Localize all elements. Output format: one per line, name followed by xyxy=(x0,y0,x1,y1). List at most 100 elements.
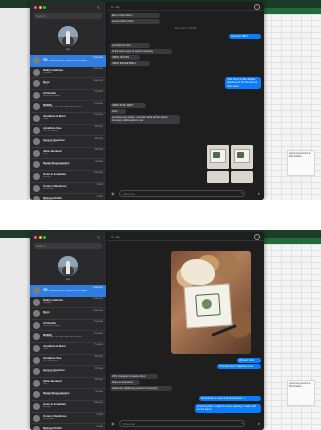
message-bubble[interactable]: UBCF ATHL DEPT xyxy=(110,103,146,109)
chat-list-item[interactable]: Connor Davidson No worries Friday xyxy=(30,413,106,425)
chat-time: Yesterday xyxy=(92,298,103,301)
photo-attachment[interactable] xyxy=(231,171,253,183)
emoji-icon[interactable]: ☺ xyxy=(240,191,244,195)
chat-list-item[interactable]: Jonathan & Mom Okay Tuesday xyxy=(30,113,106,125)
message-bubble[interactable]: of the same type of sports company xyxy=(110,49,172,55)
chat-time: Monday xyxy=(94,367,103,370)
avatar xyxy=(33,149,40,157)
zoom-button[interactable] xyxy=(43,6,46,9)
chat-time: Monday xyxy=(94,126,103,129)
chat-list-item[interactable]: Mom Okay Yesterday xyxy=(30,308,106,320)
message-bubble[interactable]: like on the bottom xyxy=(110,13,160,19)
audio-icon[interactable]: ● xyxy=(258,421,260,426)
pinned-avatar[interactable] xyxy=(58,256,78,276)
minimize-button[interactable] xyxy=(38,236,42,239)
chat-list-item[interactable]: MOMS You're late. No one 'cares' at this … xyxy=(30,101,106,113)
chat-time: Saturday xyxy=(93,172,103,175)
reminder-card[interactable]: Upcoming Event & Reminders... xyxy=(287,380,315,406)
avatar xyxy=(33,310,40,318)
compose-icon[interactable]: ✎ xyxy=(96,5,101,10)
chat-list-item[interactable]: Carson Sauchez Sounds good Monday xyxy=(30,366,106,378)
chat-list-item[interactable]: Carson Sauchez Sounds good Monday xyxy=(30,136,106,148)
screenshot-top: Upcoming Event & Reminders... ✎ Search J… xyxy=(0,0,321,200)
chat-list-item[interactable]: Kathy Grabiner Tapback Yesterday xyxy=(30,297,106,309)
emoji-icon[interactable]: ☺ xyxy=(240,421,244,425)
photo-attachment[interactable] xyxy=(207,171,229,183)
message-bubble[interactable]: UBCF BASKETBALL xyxy=(110,61,150,67)
chat-list-item[interactable]: MOMS You're late. No one 'cares' at this … xyxy=(30,331,106,343)
messages-window: ✎ Search Jay Jay Liked "scanning then I m… xyxy=(30,2,264,200)
message-bubble[interactable]: UBCF HOOPS xyxy=(110,55,140,61)
message-bubble[interactable]: ya that'd be nice xyxy=(110,43,150,49)
chat-list-item[interactable]: Connor Davidson No worries Friday xyxy=(30,183,106,195)
info-icon[interactable]: i xyxy=(254,4,260,10)
message-bubble[interactable]: scanning then I might fix some spacing I… xyxy=(195,404,261,413)
message-bubble[interactable]: Good on UBC! xyxy=(229,34,261,40)
chat-list-item[interactable]: Daniel Rasputardun Thanks for the reminde… xyxy=(30,389,106,401)
screenshot-bottom: Upcoming Event & Reminders... ✎ Search J… xyxy=(0,230,321,430)
message-bubble[interactable]: I'll prolly have it digitized once xyxy=(217,364,261,370)
photo-attachment[interactable] xyxy=(171,251,251,354)
message-input[interactable]: iMessage xyxy=(119,190,245,197)
message-bubble[interactable]: Why Instagram creative drum xyxy=(110,374,158,380)
camera-icon[interactable]: ◉ xyxy=(111,191,115,196)
recipient-label: To: Jay xyxy=(111,4,120,9)
zoom-button[interactable] xyxy=(43,236,46,239)
message-bubble[interactable]: Sometimes u need a dif perspective ☺ xyxy=(199,396,261,402)
chat-preview: Okay xyxy=(43,347,49,350)
chat-list-item[interactable]: Jonathan Sue Yes, of course! Monday xyxy=(30,125,106,137)
chat-preview: Liked "scanning then I might fix some sp… xyxy=(43,60,87,62)
reminder-card[interactable]: Upcoming Event & Reminders... xyxy=(287,150,315,176)
message-bubble[interactable]: ya thats even better. I wonder what all … xyxy=(110,115,180,124)
message-bubble[interactable]: across thick of fact xyxy=(110,19,160,25)
chat-time: Friday xyxy=(96,425,103,428)
search-input[interactable]: Search xyxy=(34,13,102,19)
chat-list-item[interactable]: Richard SmithSure thingFriday xyxy=(30,424,106,430)
chat-list-item[interactable]: Richard SmithSure thingFriday xyxy=(30,194,106,200)
chat-list-item[interactable]: Kathy Grabiner Tapback Yesterday xyxy=(30,67,106,79)
close-button[interactable] xyxy=(34,236,37,239)
close-button[interactable] xyxy=(34,6,37,9)
photo-attachment[interactable] xyxy=(207,145,229,169)
chat-preview: Okay xyxy=(43,313,49,316)
message-bubble[interactable]: thats so awesome xyxy=(110,380,140,386)
chat-list-item[interactable]: Issac & Jonathan Let's go Saturday xyxy=(30,401,106,413)
avatar xyxy=(33,126,40,134)
chat-list-item[interactable]: Jonathan & Mom Okay Tuesday xyxy=(30,343,106,355)
chat-preview: Liked "scanning then I might fix some sp… xyxy=(43,290,87,292)
message-input[interactable]: iMessage xyxy=(119,420,245,427)
chat-list-item[interactable]: Julia Jacobed Hey! Monday xyxy=(30,148,106,160)
chat-list-item[interactable]: Julia Jacobed Hey! Monday xyxy=(30,378,106,390)
chat-list-item[interactable]: Daniel Rasputardun Thanks for the reminde… xyxy=(30,159,106,171)
message-bubble[interactable]: @Kevin Sent xyxy=(237,358,261,364)
chat-list-item[interactable]: Issac & Jonathan Let's go Saturday xyxy=(30,171,106,183)
info-icon[interactable]: i xyxy=(254,234,260,240)
audio-icon[interactable]: ● xyxy=(258,191,260,196)
chat-time: Tuesday xyxy=(94,114,103,117)
avatar xyxy=(33,138,40,146)
chat-list-item[interactable]: Ali Dodds Good luck today! Tuesday xyxy=(30,320,106,332)
chat-time: Sunday xyxy=(95,390,103,393)
avatar xyxy=(33,391,40,399)
avatar xyxy=(33,321,40,329)
avatar xyxy=(33,80,40,88)
reminder-text: Upcoming Event & Reminders... xyxy=(289,382,311,388)
chat-list-item[interactable]: Jonathan Sue Yes, of course! Monday xyxy=(30,355,106,367)
pinned-avatar[interactable] xyxy=(58,26,78,46)
chat-list-item[interactable]: Jay Liked "scanning then I might fix some… xyxy=(30,55,106,67)
message-bubble[interactable]: Sent xyxy=(110,109,126,115)
message-bubble[interactable]: whats the digitizing process? scanning? xyxy=(110,386,172,392)
chat-time: Friday xyxy=(96,184,103,187)
camera-icon[interactable]: ◉ xyxy=(111,421,115,426)
message-bubble[interactable]: I like that it is like athletic departme… xyxy=(225,77,261,90)
photo-attachment[interactable] xyxy=(231,145,253,169)
chat-list-item[interactable]: Ali Dodds Good luck today! Tuesday xyxy=(30,90,106,102)
compose-icon[interactable]: ✎ xyxy=(96,235,101,240)
minimize-button[interactable] xyxy=(38,6,42,9)
search-input[interactable]: Search xyxy=(34,243,102,249)
pinned-name: Jay xyxy=(65,278,71,281)
chat-preview: Okay xyxy=(43,83,49,86)
chat-preview: Okay xyxy=(43,117,49,120)
chat-list-item[interactable]: Mom Okay Yesterday xyxy=(30,78,106,90)
chat-list-item[interactable]: Jay Liked "scanning then I might fix some… xyxy=(30,285,106,297)
